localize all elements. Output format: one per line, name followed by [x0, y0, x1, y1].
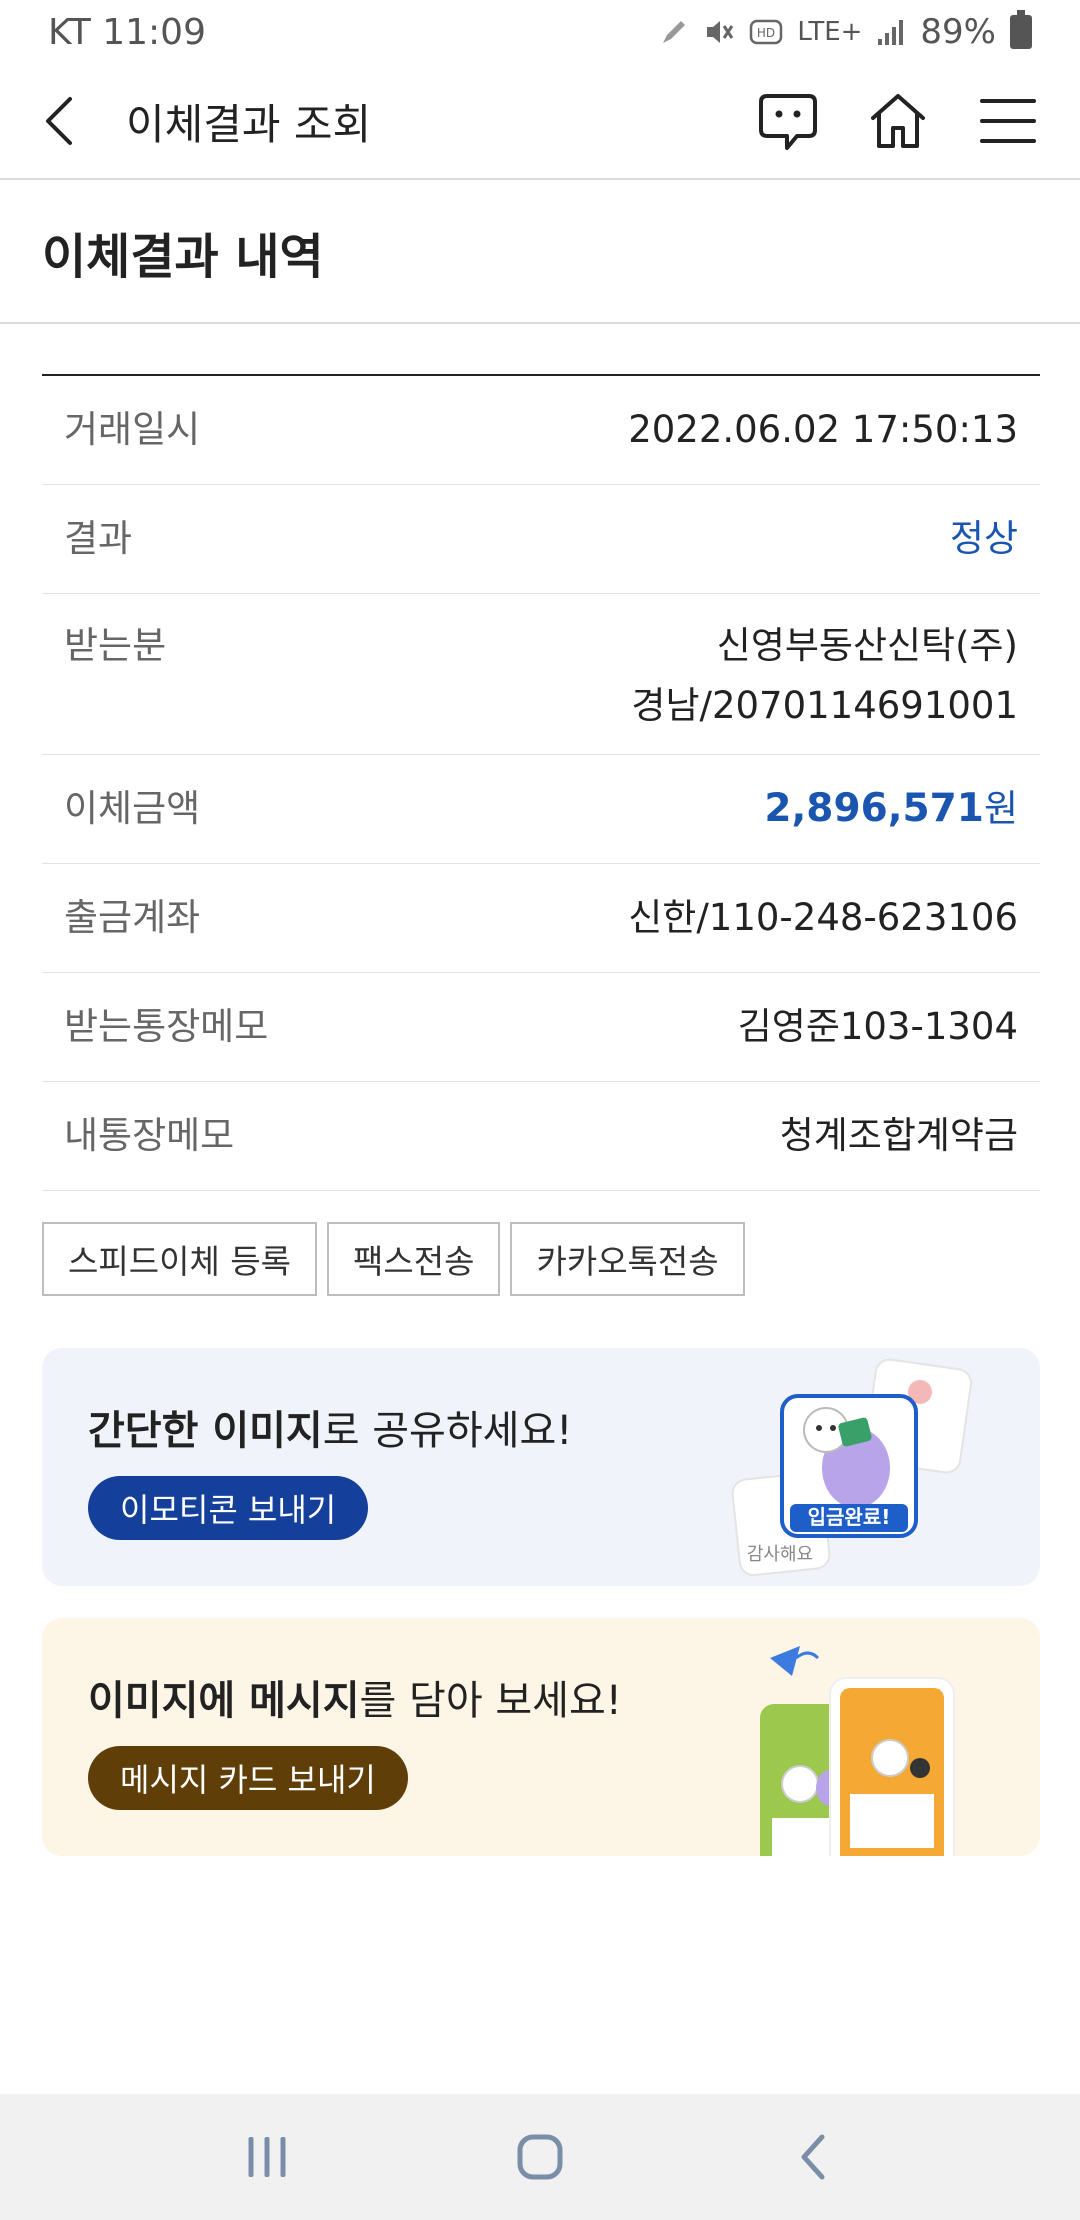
- back-nav-icon: [801, 2134, 825, 2180]
- row-result: 결과 정상: [42, 485, 1040, 594]
- card-promo-rest: 를 담아 보세요!: [359, 1678, 622, 1724]
- message-card-illustration: [760, 1646, 955, 1856]
- amount-value: 2,896,571: [764, 786, 984, 831]
- row-recipient-memo: 받는통장메모 김영준103-1304: [42, 973, 1040, 1082]
- menu-icon: [980, 99, 1036, 143]
- home-icon: [871, 94, 925, 148]
- header-icons: [756, 89, 1040, 153]
- home-nav-icon: [517, 2134, 563, 2180]
- edit-icon: [663, 21, 686, 43]
- recipient-name: 신영부동산신탁(주): [716, 624, 1018, 667]
- amount-unit: 원: [983, 787, 1018, 830]
- recent-apps-button[interactable]: [222, 2112, 312, 2202]
- menu-button[interactable]: [976, 89, 1040, 153]
- row-datetime: 거래일시 2022.06.02 17:50:13: [42, 376, 1040, 485]
- action-buttons: 스피드이체 등록 팩스전송 카카오톡전송: [42, 1222, 745, 1296]
- amount-label: 이체금액: [64, 787, 201, 830]
- row-amount: 이체금액 2,896,571원: [42, 755, 1040, 864]
- recipient-memo-label: 받는통장메모: [64, 1005, 269, 1048]
- signal-icon: [878, 20, 904, 45]
- mute-icon: [707, 21, 734, 43]
- result-value: 정상: [949, 517, 1018, 560]
- home-nav-button[interactable]: [495, 2112, 585, 2202]
- back-nav-button[interactable]: [768, 2112, 858, 2202]
- recipient-memo-value: 김영준103-1304: [737, 1005, 1018, 1048]
- status-bar: KT 11:09 HD LTE+ 89%: [0, 0, 1080, 64]
- page-title: 이체결과 내역: [42, 229, 324, 285]
- row-my-memo: 내통장메모 청계조합계약금: [42, 1082, 1040, 1191]
- recipient-value: 신영부동산신탁(주) 경남/2070114691001: [631, 594, 1018, 754]
- card-promo-text: 이미지에 메시지를 담아 보세요!: [88, 1668, 622, 1726]
- status-icons: HD LTE+ 89%: [659, 10, 1032, 52]
- app-header: 이체결과 조회: [0, 64, 1080, 180]
- chat-icon: [759, 94, 817, 150]
- speed-transfer-button[interactable]: 스피드이체 등록: [42, 1222, 318, 1296]
- row-recipient: 받는분 신영부동산신탁(주) 경남/2070114691001: [42, 594, 1040, 755]
- battery-percent: 89%: [920, 12, 996, 52]
- fax-send-button[interactable]: 팩스전송: [327, 1222, 501, 1296]
- carrier-time: KT 11:09: [48, 11, 206, 53]
- datetime-value: 2022.06.02 17:50:13: [628, 408, 1018, 451]
- emoticon-illustration: 감사해요 입금완료!: [731, 1358, 972, 1577]
- transfer-detail-table: 거래일시 2022.06.02 17:50:13 결과 정상 받는분 신영부동산…: [42, 374, 1040, 1191]
- battery-icon: [1010, 10, 1032, 49]
- my-memo-label: 내통장메모: [64, 1114, 235, 1157]
- emoticon-promo-bold: 간단한 이미지: [88, 1408, 323, 1454]
- page-title-section: 이체결과 내역: [0, 182, 1080, 324]
- send-emoticon-button[interactable]: 이모티콘 보내기: [88, 1476, 369, 1540]
- emoticon-promo-card[interactable]: 간단한 이미지로 공유하세요! 이모티콘 보내기 감사해요 입금완료!: [42, 1348, 1040, 1586]
- svg-text:HD: HD: [757, 26, 775, 40]
- card-promo-bold: 이미지에 메시지: [88, 1678, 360, 1724]
- kakao-send-button[interactable]: 카카오톡전송: [510, 1222, 745, 1296]
- recent-apps-icon: [248, 2137, 286, 2177]
- emoticon-art-label: 입금완료!: [808, 1505, 891, 1529]
- recipient-account: 경남/2070114691001: [631, 684, 1018, 727]
- back-icon: [46, 97, 72, 145]
- system-nav-bar: [0, 2094, 1080, 2220]
- home-button[interactable]: [866, 89, 930, 153]
- result-label: 결과: [64, 517, 133, 560]
- emoticon-promo-text: 간단한 이미지로 공유하세요!: [88, 1398, 572, 1456]
- back-button[interactable]: [40, 81, 100, 161]
- message-card-promo-card[interactable]: 이미지에 메시지를 담아 보세요! 메시지 카드 보내기: [42, 1618, 1040, 1856]
- my-memo-value: 청계조합계약금: [779, 1114, 1018, 1157]
- datetime-label: 거래일시: [64, 408, 201, 451]
- from-account-label: 출금계좌: [64, 896, 201, 939]
- emoticon-promo-rest: 로 공유하세요!: [322, 1408, 573, 1454]
- network-label: LTE+: [797, 17, 863, 47]
- chat-button[interactable]: [756, 89, 820, 153]
- from-account-value: 신한/110-248-623106: [628, 896, 1018, 939]
- header-title: 이체결과 조회: [126, 99, 372, 149]
- amount-value-wrap: 2,896,571원: [764, 755, 1018, 863]
- send-message-card-button[interactable]: 메시지 카드 보내기: [88, 1746, 408, 1810]
- hd-icon: HD: [750, 19, 783, 45]
- row-from-account: 출금계좌 신한/110-248-623106: [42, 864, 1040, 973]
- emoticon-art-sub: 감사해요: [747, 1544, 813, 1565]
- recipient-label: 받는분: [64, 624, 167, 667]
